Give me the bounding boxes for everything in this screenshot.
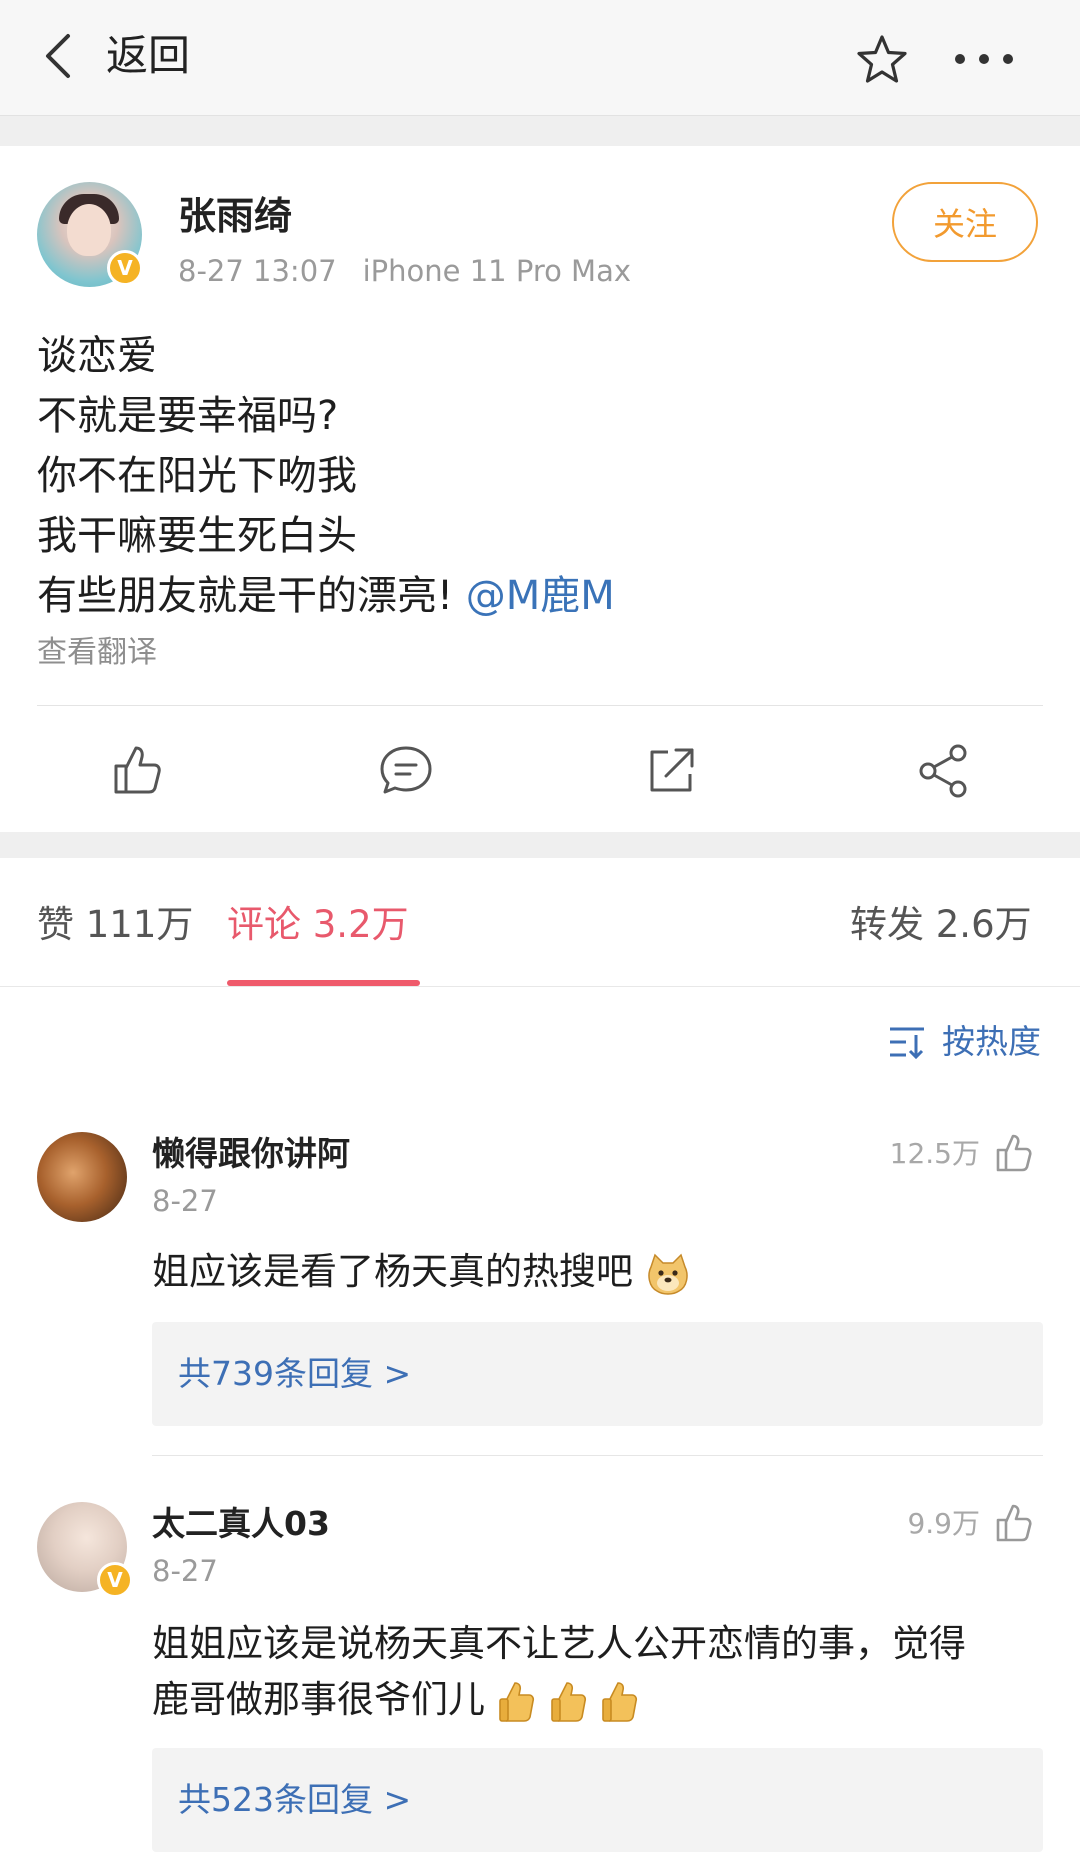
chevron-left-icon[interactable] (40, 30, 80, 82)
comment-text: 姐应该是看了杨天真的热搜吧 (152, 1244, 1042, 1300)
sort-button[interactable]: 按热度 (888, 1017, 1041, 1067)
reply-thread-button[interactable]: 共739条回复 > (152, 1322, 1043, 1426)
section-gap (0, 116, 1080, 146)
thumbs-up-emoji (602, 1681, 638, 1722)
reply-thread-button[interactable]: 共523条回复 > (152, 1748, 1043, 1852)
tab-likes[interactable]: 赞 111万 (37, 900, 193, 950)
follow-button[interactable]: 关注 (892, 182, 1038, 262)
commenter-avatar[interactable] (37, 1132, 127, 1222)
reply-count: 共739条回复 > (178, 1354, 412, 1393)
section-gap (0, 832, 1080, 858)
post-device: iPhone 11 Pro Max (362, 254, 632, 288)
comment-date: 8-27 (152, 1184, 218, 1218)
mention-link[interactable]: @M鹿M (466, 573, 615, 619)
sort-icon (890, 1027, 924, 1059)
star-icon[interactable] (855, 33, 909, 87)
sort-label: 按热度 (942, 1022, 1041, 1061)
thumbs-up-emoji (550, 1681, 586, 1722)
share-icon[interactable] (914, 740, 974, 800)
divider (152, 1455, 1043, 1456)
back-button-label[interactable]: 返回 (106, 30, 190, 82)
comment-text-line-wrap: 鹿哥做那事很爷们儿 (152, 1672, 1052, 1728)
thumbs-up-icon[interactable] (106, 740, 166, 800)
commenter-name[interactable]: 太二真人03 (152, 1502, 330, 1546)
post-line: 你不在阳光下吻我 (37, 453, 357, 499)
divider (37, 705, 1043, 706)
verified-badge-icon: V (97, 1562, 133, 1598)
comment-text-line: 姐姐应该是说杨天真不让艺人公开恋情的事，觉得 (152, 1622, 966, 1665)
reply-count: 共523条回复 > (178, 1780, 412, 1819)
comment-like-count: 12.5万 (889, 1137, 980, 1170)
thumbs-up-icon[interactable] (994, 1132, 1034, 1174)
comment-like-count: 9.9万 (907, 1507, 980, 1540)
post-line: 有些朋友就是干的漂亮! @M鹿M (37, 566, 1047, 626)
comment-text-line: 姐应该是看了杨天真的热搜吧 (152, 1250, 633, 1293)
thumbs-up-icon[interactable] (994, 1502, 1034, 1544)
translate-link[interactable]: 查看翻译 (37, 632, 157, 674)
commenter-avatar[interactable]: V (37, 1502, 133, 1598)
post-line: 谈恋爱 (37, 333, 157, 379)
thumbs-up-emoji (498, 1681, 534, 1722)
comment-text-line: 鹿哥做那事很爷们儿 (152, 1678, 485, 1721)
comment-date: 8-27 (152, 1554, 218, 1588)
post-meta: 8-27 13:07 iPhone 11 Pro Max (178, 252, 631, 290)
post-line-text: 有些朋友就是干的漂亮! (37, 573, 454, 619)
repost-icon[interactable] (642, 740, 702, 800)
divider (0, 986, 1080, 987)
author-avatar[interactable]: V (37, 182, 143, 287)
doge-emoji (648, 1253, 688, 1295)
post-line: 我干嘛要生死白头 (37, 513, 357, 559)
verified-badge-icon: V (107, 250, 143, 286)
tab-reposts[interactable]: 转发 2.6万 (850, 900, 1032, 950)
post-date: 8-27 13:07 (178, 254, 337, 288)
comment-text: 姐姐应该是说杨天真不让艺人公开恋情的事，觉得 鹿哥做那事很爷们儿 (152, 1616, 1052, 1728)
post-line: 不就是要幸福吗? (37, 393, 339, 439)
more-dots-icon[interactable] (952, 48, 1016, 70)
commenter-name[interactable]: 懒得跟你讲阿 (152, 1132, 350, 1176)
post-content: 谈恋爱 不就是要幸福吗? 你不在阳光下吻我 我干嘛要生死白头 有些朋友就是干的漂… (37, 326, 1047, 626)
tab-comments[interactable]: 评论 3.2万 (227, 900, 409, 950)
comment-icon[interactable] (376, 740, 436, 800)
author-name[interactable]: 张雨绮 (178, 192, 292, 240)
